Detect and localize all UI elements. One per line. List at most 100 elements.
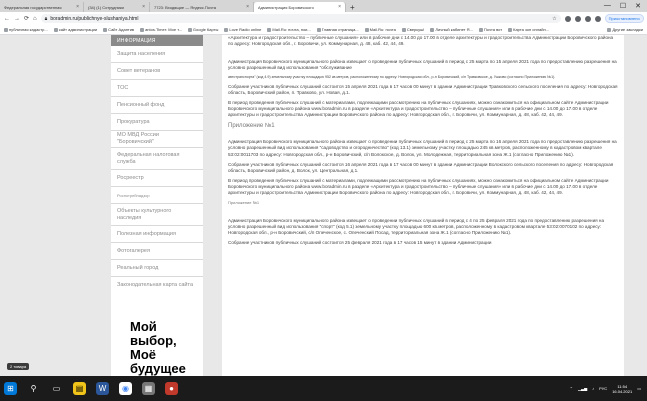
sidebar-item-real-city[interactable]: Реальный город <box>111 260 203 277</box>
language-indicator[interactable]: РУС <box>599 386 607 391</box>
bookmark-icon <box>364 27 369 32</box>
notifications-icon[interactable]: ▭ <box>637 386 641 391</box>
bookmark-icon <box>103 27 108 32</box>
bookmark-item[interactable]: Google Карты <box>187 27 218 32</box>
file-explorer-icon[interactable]: ▤ <box>73 382 86 395</box>
sidebar-item-prosecutor[interactable]: Прокуратура <box>111 114 203 131</box>
star-icon[interactable]: ☆ <box>552 16 556 22</box>
bookmark-item[interactable]: сайт администрации <box>53 27 97 32</box>
chrome-icon[interactable]: ◉ <box>119 382 132 395</box>
bookmark-icon <box>316 27 321 32</box>
bookmark-icon <box>224 27 229 32</box>
notice-paragraph: Собрание участников публичных слушаний с… <box>228 240 492 246</box>
new-tab-button[interactable]: + <box>346 3 359 12</box>
taskbar: ⊞ ⚲ ▭ ▤ W ◉ ▦ ● ⌃ ▁▃▅ ♪ РУС 11:54 16.04.… <box>0 376 647 401</box>
clock[interactable]: 11:54 16.04.2021 <box>612 384 632 394</box>
appendix-link[interactable]: Приложение №1 <box>228 123 618 129</box>
close-icon[interactable]: ✕ <box>635 2 641 10</box>
start-icon[interactable]: ⊞ <box>4 382 17 395</box>
notice-paragraph: Администрация Боровичского муниципальног… <box>228 139 617 157</box>
sidebar-item-heritage[interactable]: Объекты культурного наследия <box>111 204 203 226</box>
bookmark-item[interactable]: Сверкуш! <box>401 27 424 32</box>
bookmark-item[interactable]: Карта зон онлайн... <box>508 27 549 32</box>
tab-4-active[interactable]: Администрация Боровичского × <box>254 2 346 12</box>
bookmark-icon <box>508 27 513 32</box>
notification-badge[interactable]: 2 товара <box>7 363 30 370</box>
bookmark-item[interactable]: Mail.Ru: почта, пои... <box>267 27 311 32</box>
sidebar-header: ИНФОРМАЦИЯ <box>111 35 203 46</box>
bookmark-icon <box>4 27 8 32</box>
bookmark-item[interactable]: Почта вот <box>478 27 502 32</box>
close-tab-icon[interactable]: × <box>246 4 249 10</box>
sidebar-item-photo-gallery[interactable]: Фотогалерея <box>111 243 203 260</box>
promo-text: Мой выбор, Моё будущее <box>130 319 186 376</box>
appendix-link[interactable]: Приложение №1 <box>228 200 618 206</box>
url-input[interactable]: 🔒︎ boradmin.ru/publichnye-slushaniya.htm… <box>40 14 561 23</box>
extension-icon[interactable] <box>584 15 591 22</box>
home-icon[interactable]: ⌂ <box>33 16 37 22</box>
folder-icon <box>607 27 612 32</box>
bookmark-icon <box>430 27 435 32</box>
web-page: ИНФОРМАЦИЯ Защита населения Совет ветера… <box>0 35 647 376</box>
sidebar-item-rospotrebnadzor[interactable]: Роспотребнадзор <box>111 187 203 204</box>
reload-icon[interactable]: ⟳ <box>24 15 29 22</box>
app-icon[interactable]: ▦ <box>142 382 155 395</box>
notice-paragraph: автотранспорта" (код 4.9) земельному уча… <box>228 75 556 80</box>
extension-icon[interactable] <box>594 15 601 22</box>
notice-paragraph: Собрание участников публичных слушаний с… <box>228 161 614 173</box>
minimize-icon[interactable]: — <box>604 2 611 10</box>
bookmark-icon <box>478 27 483 32</box>
volume-icon[interactable]: ♪ <box>592 386 594 391</box>
promo-banner[interactable]: Мой выбор, Моё будущее <box>111 290 203 376</box>
task-view-icon[interactable]: ▭ <box>50 382 63 395</box>
maximize-icon[interactable]: ☐ <box>620 2 626 10</box>
app-icon[interactable]: ● <box>165 382 178 395</box>
bookmarks-bar: публичная кадастр... сайт администрации … <box>0 25 647 35</box>
close-tab-icon[interactable]: × <box>142 4 145 10</box>
sidebar-item-civil-defense[interactable]: Защита населения <box>111 46 203 63</box>
close-tab-icon[interactable]: × <box>76 4 79 10</box>
sidebar-item-tos[interactable]: ТОС <box>111 80 203 97</box>
bookmark-icon <box>187 27 192 32</box>
bookmark-item[interactable]: Love Radio online <box>224 27 261 32</box>
profile-button[interactable]: Приостановлено <box>604 14 644 23</box>
forward-icon[interactable]: → <box>14 16 20 22</box>
notice-paragraph: «Архитектура и градостроительство – публ… <box>228 35 614 47</box>
bookmark-item[interactable]: Главная страница... <box>316 27 359 32</box>
back-icon[interactable]: ← <box>4 16 10 22</box>
notice-paragraph: Администрация Боровичского муниципальног… <box>228 218 604 236</box>
sidebar-item-pension-fund[interactable]: Пенсионный фонд <box>111 97 203 114</box>
extension-icon[interactable] <box>574 15 581 22</box>
main-content: «Архитектура и градостроительство – публ… <box>222 35 624 376</box>
extension-icon[interactable] <box>564 15 571 22</box>
bookmark-item[interactable]: Mail.Ru: почта <box>364 27 396 32</box>
bookmark-item[interactable]: Личный кабинет Я... <box>430 27 473 32</box>
sidebar-item-tax-service[interactable]: Федеральная налоговая служба <box>111 148 203 170</box>
notice-paragraph: Собрание участников публичных слушаний с… <box>228 83 618 95</box>
toolbar-right: Приостановлено ⋮ <box>564 14 647 23</box>
window-controls: — ☐ ✕ <box>604 2 647 10</box>
word-icon[interactable]: W <box>96 382 109 395</box>
tab-1[interactable]: Федеральная государственная × <box>0 2 84 12</box>
bookmark-item[interactable]: antos.Timer: Мое т... <box>140 27 182 32</box>
tab-strip: Федеральная государственная × (34) (1) Со… <box>0 0 647 12</box>
address-bar-row: ← → ⟳ ⌂ 🔒︎ boradmin.ru/publichnye-slusha… <box>0 12 647 25</box>
bookmark-item[interactable]: публичная кадастр... <box>4 27 48 32</box>
close-tab-icon[interactable]: × <box>338 4 341 10</box>
sidebar-item-useful-info[interactable]: Полезная информация <box>111 226 203 243</box>
tab-3[interactable]: 7723: Входящие — Яндекс.Почта × <box>150 2 254 12</box>
sidebar-item-rosreestr[interactable]: Росреестр <box>111 170 203 187</box>
notice-paragraph: Администрация Боровичского муниципальног… <box>228 59 617 71</box>
bookmark-icon <box>140 27 145 32</box>
sidebar-item-police[interactable]: МО МВД России "Боровичский" <box>111 131 203 148</box>
bookmark-item[interactable]: Сайт Адаптив <box>103 27 134 32</box>
lock-icon: 🔒︎ <box>44 15 48 22</box>
network-icon[interactable]: ▁▃▅ <box>578 386 587 391</box>
bookmark-icon <box>267 27 272 32</box>
tab-2[interactable]: (34) (1) Сотрудники × <box>84 2 150 12</box>
other-bookmarks[interactable]: Другие закладки <box>607 27 643 32</box>
chevron-up-icon[interactable]: ⌃ <box>570 386 573 391</box>
notice-paragraph: В период проведения публичных слушаний с… <box>228 177 609 195</box>
search-icon[interactable]: ⚲ <box>27 382 40 395</box>
sidebar-item-veterans[interactable]: Совет ветеранов <box>111 63 203 80</box>
